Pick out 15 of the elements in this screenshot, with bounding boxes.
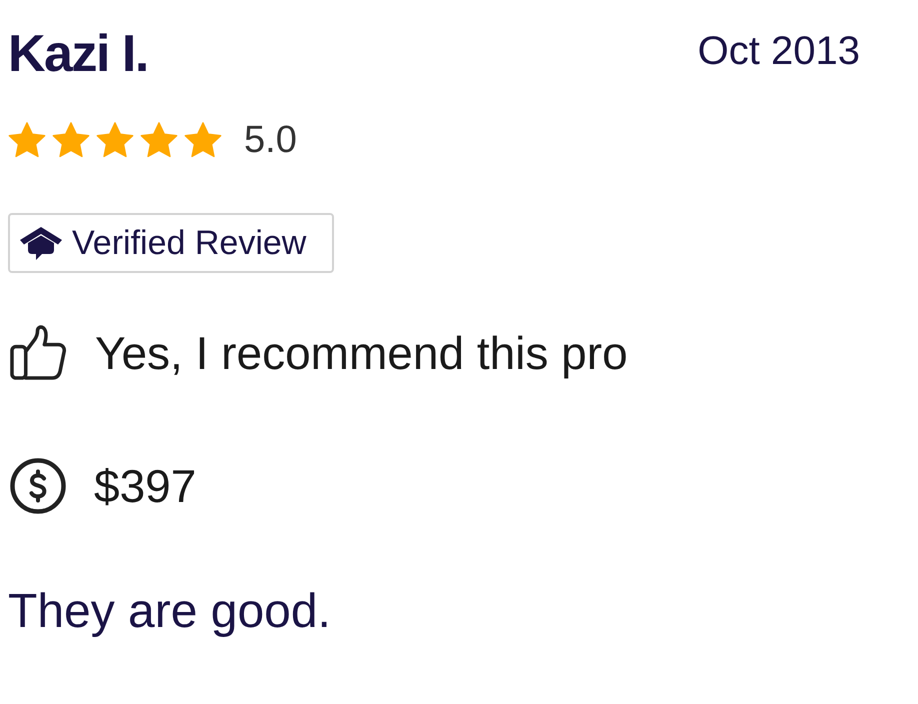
review-date: Oct 2013	[698, 28, 860, 75]
price-text: $397	[94, 461, 196, 512]
house-icon	[20, 226, 62, 260]
dollar-icon	[10, 458, 66, 514]
star-icon	[184, 122, 222, 158]
review-text: They are good.	[8, 584, 331, 640]
thumbs-up-icon	[10, 325, 67, 380]
star-icon	[8, 122, 46, 158]
badge-label: Verified Review	[72, 226, 306, 260]
recommendation-text: Yes, I recommend this pro	[95, 328, 628, 378]
rating-score: 5.0	[244, 121, 297, 160]
reviewer-name: Kazi I.	[8, 24, 148, 85]
star-icon	[140, 122, 178, 158]
star-icon	[96, 122, 134, 158]
star-icon	[52, 122, 90, 158]
